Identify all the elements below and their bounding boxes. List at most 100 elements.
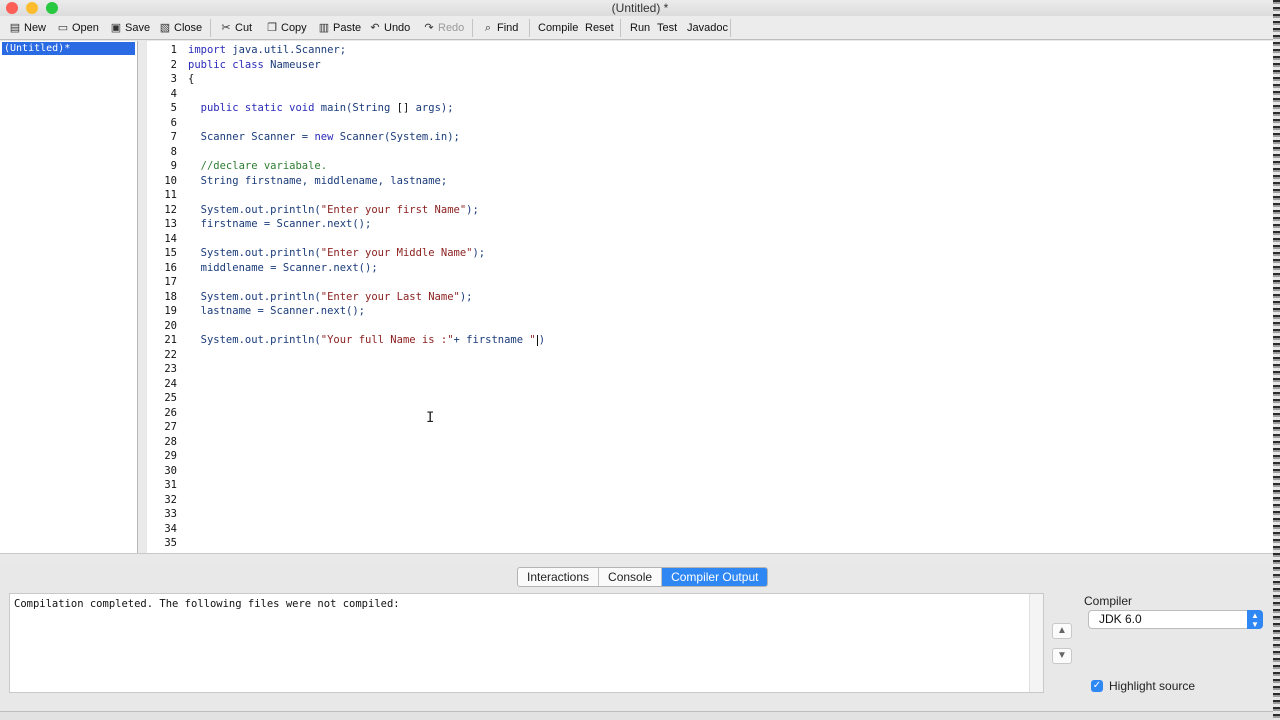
toolbar-separator [472, 19, 473, 37]
compiler-output-text: Compilation completed. The following fil… [14, 598, 400, 610]
line-number: 9 [170, 160, 177, 172]
undo-label: Undo [384, 22, 411, 34]
line-number-gutter: 1 2 3 4 5 6 7 8 9 10 11 12 13 14 15 16 1… [147, 41, 181, 553]
line-number: 30 [164, 464, 177, 477]
compiler-selected-value: JDK 6.0 [1099, 612, 1142, 626]
bottom-tab-bar: Interactions Console Compiler Output [517, 567, 769, 587]
next-error-button[interactable]: ▼ [1052, 648, 1072, 664]
copy-button[interactable]: ❐ Copy [262, 18, 307, 38]
toolbar-separator [529, 19, 530, 37]
code-token: System.out.println( [188, 334, 321, 346]
pane-splitter[interactable] [0, 553, 1280, 565]
tab-compiler-output[interactable]: Compiler Output [662, 568, 768, 586]
document-list-splitter[interactable] [138, 41, 146, 553]
mouse-ibeam-cursor: I [426, 410, 435, 426]
previous-error-button[interactable]: ▲ [1052, 623, 1072, 639]
save-label: Save [125, 22, 151, 34]
line-number: 33 [164, 508, 177, 520]
code-line: middlename = Scanner.next(); [188, 262, 378, 274]
line-number: 26 [164, 406, 177, 419]
output-scrollbar[interactable] [1029, 594, 1043, 692]
code-token: ); [472, 247, 486, 259]
minimize-window-button[interactable] [26, 2, 38, 14]
code-line: lastname = Scanner.next(); [188, 305, 365, 317]
code-token: + firstname [453, 334, 530, 346]
line-number: 21 [164, 334, 177, 346]
code-token: import [188, 44, 226, 56]
line-number: 4 [170, 87, 177, 100]
redo-label: Redo [438, 22, 465, 34]
code-token: firstname = Scanner.next(); [188, 218, 372, 230]
code-editor[interactable]: 1 2 3 4 5 6 7 8 9 10 11 12 13 14 15 16 1… [147, 41, 1273, 553]
javadoc-button[interactable]: Javadoc [683, 18, 728, 38]
code-line: System.out.println("Enter your Middle Na… [188, 247, 486, 259]
code-token: java.util.Scanner; [225, 44, 347, 56]
code-line: System.out.println("Enter your first Nam… [188, 204, 479, 216]
test-label: Test [657, 22, 678, 34]
javadoc-label: Javadoc [687, 22, 728, 34]
code-string: "Your full Name is :" [320, 334, 454, 346]
document-item-untitled[interactable]: (Untitled)* [2, 42, 135, 55]
binoculars-icon: ⌕ [484, 22, 492, 34]
compile-button[interactable]: Compile [534, 18, 578, 38]
test-button[interactable]: Test [653, 18, 677, 38]
line-number: 19 [164, 305, 177, 317]
highlight-source-checkbox[interactable]: ✓ [1091, 680, 1103, 692]
line-number: 28 [164, 435, 177, 448]
window-title: (Untitled) * [611, 1, 669, 15]
cut-button[interactable]: ✂ Cut [216, 18, 252, 38]
line-number: 12 [164, 203, 177, 216]
undo-icon: ↶ [370, 22, 380, 34]
line-number: 5 [170, 102, 177, 114]
close-button[interactable]: ▧ Close [155, 18, 202, 38]
code-line: Scanner Scanner = new Scanner(System.in)… [188, 131, 460, 143]
cut-label: Cut [235, 22, 253, 34]
code-token: lastname = Scanner.next(); [188, 305, 366, 317]
tab-console[interactable]: Console [599, 568, 663, 586]
paste-button[interactable]: ▥ Paste [314, 18, 361, 38]
reset-button[interactable]: Reset [581, 18, 614, 38]
line-number: 8 [170, 145, 177, 158]
tab-interactions[interactable]: Interactions [518, 568, 600, 586]
code-line: firstname = Scanner.next(); [188, 218, 372, 230]
toolbar-separator [620, 19, 621, 37]
code-line: //declare variabale. [188, 160, 327, 172]
copy-icon: ❐ [267, 22, 277, 34]
screen-edge-artifact [1273, 0, 1280, 720]
checkmark-icon: ✓ [1092, 680, 1102, 691]
new-button[interactable]: ▤ New [5, 18, 46, 38]
save-button[interactable]: ▣ Save [106, 18, 150, 38]
compiler-output-pane[interactable]: Compilation completed. The following fil… [9, 593, 1044, 693]
redo-button[interactable]: ↷ Redo [419, 18, 464, 38]
run-button[interactable]: Run [626, 18, 650, 38]
toolbar-separator [730, 19, 731, 37]
code-token: new [314, 131, 334, 143]
code-token: System.out.println( [188, 203, 321, 216]
code-line: { [188, 73, 194, 85]
line-number: 10 [164, 174, 177, 187]
zoom-window-button[interactable] [46, 2, 58, 14]
new-label: New [24, 22, 47, 34]
undo-button[interactable]: ↶ Undo [365, 18, 410, 38]
line-number: 6 [170, 116, 177, 129]
line-number: 17 [164, 276, 177, 288]
save-icon: ▣ [110, 22, 122, 34]
highlight-source-label: Highlight source [1109, 679, 1196, 693]
find-button[interactable]: ⌕ Find [478, 18, 519, 38]
code-string: "Enter your Middle Name" [320, 247, 473, 259]
line-number: 18 [164, 290, 177, 303]
folder-icon: ▭ [57, 22, 69, 34]
close-window-button[interactable] [6, 2, 18, 14]
compiler-label: Compiler [1084, 594, 1133, 608]
compiler-select[interactable]: JDK 6.0 ▲ ▼ [1088, 610, 1263, 629]
line-number: 13 [164, 218, 177, 230]
line-number: 14 [164, 232, 177, 245]
document-list: (Untitled)* [0, 41, 138, 553]
scissors-icon: ✂ [221, 22, 231, 34]
open-button[interactable]: ▭ Open [53, 18, 99, 38]
paste-label: Paste [333, 22, 362, 34]
chevron-down-icon: ▼ [1057, 650, 1067, 661]
open-label: Open [72, 22, 99, 34]
code-token: public class [188, 58, 264, 71]
code-line: System.out.println("Enter your Last Name… [188, 291, 473, 303]
